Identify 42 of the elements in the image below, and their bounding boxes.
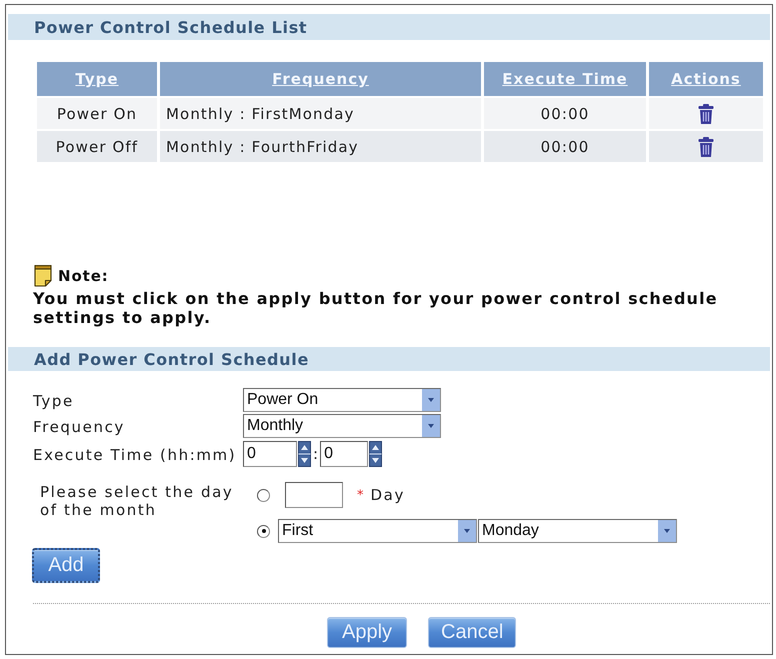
section-header: Add Power Control Schedule	[8, 347, 770, 371]
add-button[interactable]: Add	[32, 548, 100, 583]
note-label: Note:	[58, 266, 109, 284]
field-label: Type	[33, 392, 74, 410]
hour-field[interactable]: 0	[243, 441, 297, 467]
day-unit-label: Day	[370, 486, 405, 504]
table-cell: Power On	[37, 98, 157, 129]
caret-down-icon[interactable]	[422, 415, 440, 437]
table-cell: 00:00	[484, 98, 646, 129]
minute-field[interactable]: 0	[320, 441, 368, 467]
table-cell: Power Off	[37, 131, 157, 162]
table-cell: Monthly : FourthFriday	[160, 131, 481, 162]
column-header[interactable]: Execute Time	[484, 62, 646, 96]
frequency-select[interactable]: Monthly	[243, 414, 441, 438]
type-select[interactable]: Power On	[243, 388, 441, 412]
caret-down-icon[interactable]	[422, 389, 440, 411]
field-label: Please select the day of the month	[40, 483, 234, 519]
caret-down-icon[interactable]	[658, 520, 676, 542]
up-down-arrows-icon[interactable]	[369, 441, 382, 467]
table-cell: Monthly : FirstMonday	[160, 98, 481, 129]
field-label: Execute Time (hh:mm)	[33, 446, 236, 464]
trash-icon[interactable]	[698, 104, 714, 124]
apply-button[interactable]: Apply	[327, 617, 407, 648]
column-header[interactable]: Frequency	[160, 62, 481, 96]
note-text: You must click on the apply button for your power control schedule settings to apply.	[33, 289, 719, 327]
note-icon	[34, 264, 52, 286]
up-down-arrows-icon[interactable]	[298, 441, 311, 467]
field-label: Frequency	[33, 418, 125, 436]
time-separator: :	[313, 445, 318, 463]
radio-button[interactable]	[257, 488, 270, 502]
trash-icon[interactable]	[698, 136, 714, 156]
table-cell: 00:00	[484, 131, 646, 162]
column-header[interactable]: Type	[37, 62, 157, 96]
cancel-button[interactable]: Cancel	[428, 617, 516, 648]
weekday-select[interactable]: Monday	[478, 519, 677, 543]
radio-button[interactable]	[257, 524, 270, 538]
caret-down-icon[interactable]	[458, 520, 476, 542]
week-select[interactable]: First	[278, 519, 477, 543]
column-header[interactable]: Actions	[649, 62, 763, 96]
required-mark: *	[357, 488, 364, 502]
day-field[interactable]	[285, 482, 343, 508]
section-header: Power Control Schedule List	[8, 14, 770, 40]
